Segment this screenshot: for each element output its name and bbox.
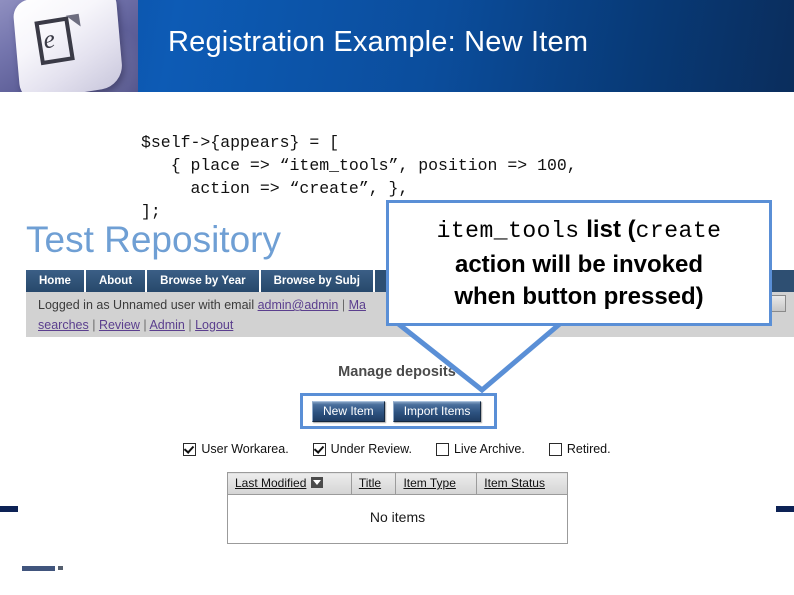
filter-label-user-workarea: User Workarea. xyxy=(201,442,289,456)
callout-text-list: list ( xyxy=(579,215,636,243)
new-item-button[interactable]: New Item xyxy=(312,400,385,422)
filter-user-workarea[interactable]: User Workarea. xyxy=(183,442,289,456)
filter-label-live-archive: Live Archive. xyxy=(453,442,525,456)
filter-label-retired: Retired. xyxy=(566,442,611,456)
manage-link-truncated[interactable]: Ma xyxy=(349,298,366,312)
page-title: Registration Example: New Item xyxy=(168,26,589,58)
filter-label-under-review: Under Review. xyxy=(330,442,412,456)
import-items-button[interactable]: Import Items xyxy=(392,400,482,422)
callout-line-1: item_tools list (create xyxy=(437,214,722,249)
empty-message: No items xyxy=(369,509,426,525)
nav-tab-about[interactable]: About xyxy=(85,270,148,292)
checkbox-retired[interactable] xyxy=(548,442,562,456)
checkbox-live-archive[interactable] xyxy=(435,442,449,456)
items-table: Last Modified Title Item Type Item Statu… xyxy=(227,472,568,544)
eprints-document-e-icon: e xyxy=(34,13,85,71)
column-label-item-status: Item Status xyxy=(484,476,545,490)
callout-pointer-tail xyxy=(388,319,569,394)
checkbox-under-review[interactable] xyxy=(312,442,326,456)
callout-mono-create: create xyxy=(635,217,722,244)
column-title[interactable]: Title xyxy=(351,472,397,495)
column-last-modified[interactable]: Last Modified xyxy=(227,472,352,495)
admin-link[interactable]: Admin xyxy=(149,318,184,332)
filter-live-archive[interactable]: Live Archive. xyxy=(435,442,525,456)
login-separator-4: | xyxy=(184,318,196,332)
sort-descending-icon[interactable] xyxy=(311,477,324,488)
decor-bar-bottom-left xyxy=(22,566,55,571)
column-label-item-type: Item Type xyxy=(403,476,456,490)
column-item-type[interactable]: Item Type xyxy=(395,472,478,495)
deposit-actions-group: New Item Import Items xyxy=(300,393,497,429)
nav-tab-home[interactable]: Home xyxy=(26,270,86,292)
callout-mono-item-tools: item_tools xyxy=(436,217,580,244)
review-link[interactable]: Review xyxy=(99,318,140,332)
filter-under-review[interactable]: Under Review. xyxy=(312,442,412,456)
saved-searches-link[interactable]: searches xyxy=(38,318,89,332)
login-separator-2: | xyxy=(88,318,99,332)
slide-header-banner: e Registration Example: New Item xyxy=(0,0,794,92)
column-label-title: Title xyxy=(358,476,382,490)
logout-link[interactable]: Logout xyxy=(195,318,233,332)
checkbox-user-workarea[interactable] xyxy=(183,442,197,456)
table-header-row: Last Modified Title Item Type Item Statu… xyxy=(227,472,568,495)
login-separator-1: | xyxy=(338,298,349,312)
table-row-empty: No items xyxy=(228,495,568,544)
decor-bar-right xyxy=(776,506,794,512)
decor-bar-left xyxy=(0,506,18,512)
document-fold-corner xyxy=(65,13,81,29)
decor-dot-bottom-left xyxy=(58,566,63,570)
callout-line-2: action will be invoked xyxy=(454,250,704,278)
column-item-status[interactable]: Item Status xyxy=(476,472,568,495)
item-status-filters: User Workarea. Under Review. Live Archiv… xyxy=(0,442,794,456)
repository-title: Test Repository xyxy=(26,219,281,260)
login-prefix-text: Logged in as Unnamed user with email xyxy=(38,298,258,312)
filter-retired[interactable]: Retired. xyxy=(548,442,611,456)
user-email-link[interactable]: admin@admin xyxy=(258,298,339,312)
callout-line-3: when button pressed) xyxy=(454,282,704,310)
nav-tab-browse-by-subject[interactable]: Browse by Subj xyxy=(260,270,375,292)
nav-tab-browse-by-year[interactable]: Browse by Year xyxy=(147,270,261,292)
eprints-key-icon: e xyxy=(0,0,138,92)
column-label-last-modified: Last Modified xyxy=(235,476,307,490)
callout-bubble: item_tools list (create action will be i… xyxy=(386,200,772,326)
